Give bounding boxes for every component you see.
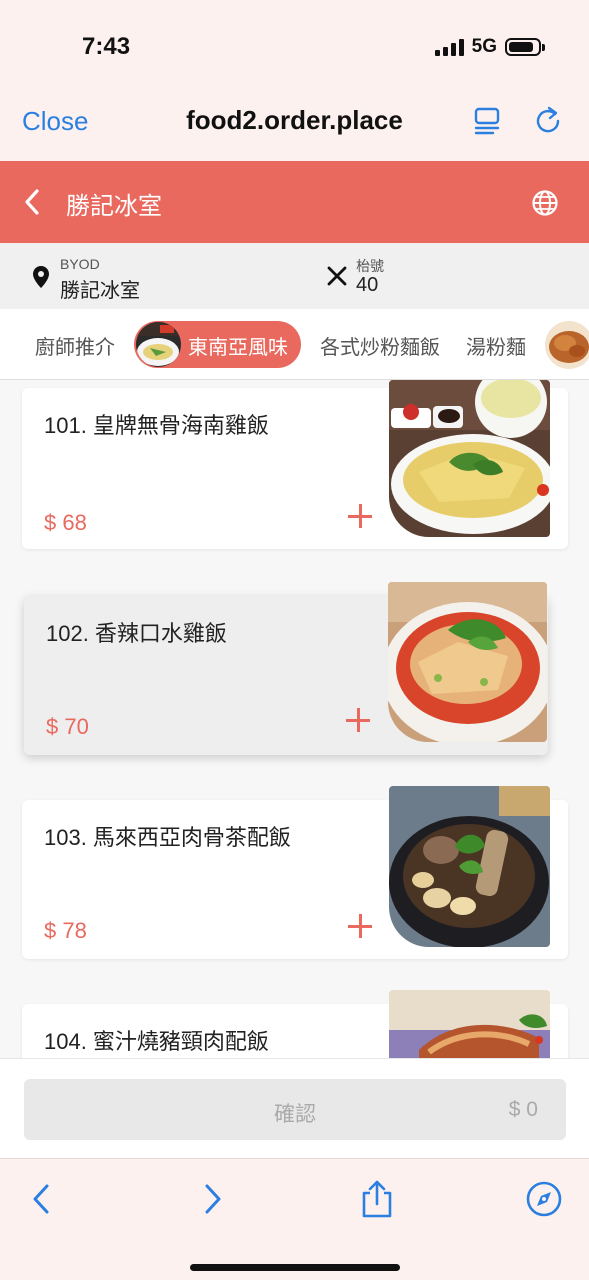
share-icon[interactable] [357,1179,397,1219]
cutlery-icon [327,266,347,286]
app-header: 勝記冰室 [0,161,589,243]
order-total: $ 0 [508,1098,538,1121]
shop-title: 勝記冰室 [66,193,162,220]
table-label: 枱號 [356,258,384,274]
category-tabs: 廚師推介 東南亞風味 各式炒粉麵飯 湯粉麵 [0,309,589,380]
tab-soup-noodles[interactable]: 湯粉麵 [466,331,526,360]
tab-fried-noodles[interactable]: 各式炒粉麵飯 [320,331,440,360]
item-name: 101. 皇牌無骨海南雞飯 [44,413,269,438]
mode-label: BYOD [60,256,100,272]
battery-icon [505,38,545,56]
status-time: 7:43 [82,33,131,60]
tab-label: 東南亞風味 [188,337,288,359]
reader-icon[interactable] [471,104,503,136]
info-shop-name: 勝記冰室 [60,280,140,302]
spicy-chicken-image [388,582,547,742]
network-type: 5G [471,36,497,57]
browser-top-bar: 7:43 5G Close food2.order.place [0,0,589,161]
item-price: $ 68 [44,510,87,535]
status-indicators: 5G [434,36,545,58]
bak-kut-teh-image [389,786,550,947]
language-globe-icon[interactable] [531,189,559,217]
item-price: $ 78 [44,918,87,943]
reload-icon[interactable] [531,104,563,136]
table-number: 40 [356,274,379,296]
tab-chef-recommend[interactable]: 廚師推介 [35,331,115,360]
compass-icon[interactable] [524,1179,564,1219]
home-indicator [190,1264,400,1271]
hainan-chicken-image [389,380,550,537]
tab-southeast-asian[interactable]: 東南亞風味 [134,321,301,368]
back-icon[interactable] [22,188,42,216]
category-thumbnail[interactable] [545,321,589,369]
order-info-bar: BYOD 勝記冰室 枱號 40 [0,243,589,309]
browser-bottom-bar [0,1158,589,1280]
back-nav-icon[interactable] [22,1179,62,1219]
add-icon[interactable] [346,708,370,732]
signal-icon [434,38,464,56]
confirm-bar: 確認 $ 0 [0,1058,589,1158]
forward-nav-icon[interactable] [192,1179,232,1219]
location-pin-icon [33,266,49,288]
item-name: 104. 蜜汁燒豬頸肉配飯 [44,1029,269,1054]
pork-neck-image [389,990,550,1060]
item-price: $ 70 [46,714,89,739]
confirm-label: 確認 [274,1103,316,1126]
add-icon[interactable] [348,914,372,938]
add-icon[interactable] [348,504,372,528]
confirm-button[interactable]: 確認 $ 0 [24,1079,566,1140]
category-thumbnail [136,322,181,367]
item-name: 102. 香辣口水雞飯 [46,621,227,646]
item-name: 103. 馬來西亞肉骨茶配飯 [44,825,291,850]
